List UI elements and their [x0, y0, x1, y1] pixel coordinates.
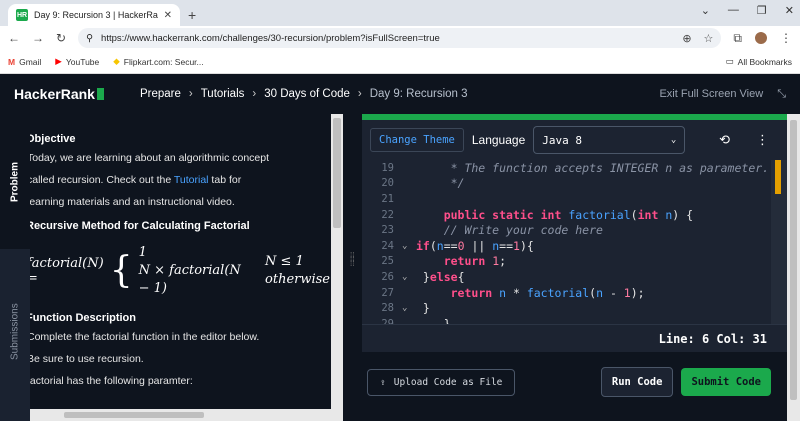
collapse-icon: ⤡ [777, 87, 786, 100]
page-scrollbar[interactable] [787, 114, 800, 421]
folder-icon: ▭ [725, 56, 734, 66]
tab-title: Day 9: Recursion 3 | HackerRank [34, 10, 158, 20]
objective-text-3: learning materials and an instructional … [30, 196, 235, 208]
extensions-icon[interactable]: ⧉ [733, 31, 742, 46]
fold-icon: ⌄ [402, 271, 408, 282]
code-line: 29 } [381, 316, 451, 324]
new-tab-icon[interactable]: + [188, 7, 196, 23]
history-icon[interactable]: ⟲ [719, 132, 730, 148]
code-line: 28 ⌄ } [381, 301, 430, 316]
zoom-icon[interactable]: ⊕ [682, 32, 691, 45]
problem-statement: Objective Today, we are learning about a… [30, 114, 330, 421]
breadcrumb: Prepare › Tutorials › 30 Days of Code › … [140, 88, 468, 100]
chevron-right-icon: › [252, 88, 257, 100]
submit-code-button[interactable]: Submit Code [681, 368, 771, 396]
editor-toolbar: Change Theme Language Java 8 ⌄ ⟲ ⋮ [362, 120, 787, 160]
editor-scrollbar[interactable] [771, 160, 787, 324]
logo-square-icon [96, 88, 104, 100]
bookmarks-bar: M Gmail ▶ YouTube ◆ Flipkart.com: Secur... … [0, 50, 800, 74]
crumb-tutorials[interactable]: Tutorials [201, 88, 245, 100]
code-line: 26 ⌄ } else{ [381, 269, 465, 284]
window-controls: ⌄ — ❐ ✕ [701, 4, 794, 17]
flipkart-icon: ◆ [113, 56, 120, 66]
func-text-3: factorial has the following paramter: [30, 375, 193, 387]
youtube-icon: ▶ [55, 56, 62, 66]
chevron-down-icon: ⌄ [670, 135, 677, 145]
exit-full-screen[interactable]: Exit Full Screen View ⤡ [659, 88, 786, 101]
address-bar-row: ← → ↻ ⚲ https://www.hackerrank.com/chall… [0, 26, 800, 50]
minimize-icon[interactable]: — [728, 4, 739, 17]
code-line: 25 return 1; [381, 254, 507, 269]
editor-pane: Change Theme Language Java 8 ⌄ ⟲ ⋮ 19 * … [359, 114, 787, 421]
close-tab-icon[interactable]: ✕ [164, 10, 172, 21]
restore-icon[interactable]: ❐ [757, 4, 767, 17]
hackerrank-favicon-icon: HR [16, 9, 28, 21]
editor-actions: ⇪ Upload Code as File Run Code Submit Cod… [359, 352, 787, 412]
func-text-1: Complete the factorial function in the e… [30, 331, 260, 343]
bookmark-youtube[interactable]: ▶ YouTube [55, 56, 99, 67]
code-line: 24 ⌄ if(n == 0 || n == 1){ [381, 238, 534, 253]
crumb-current: Day 9: Recursion 3 [369, 88, 468, 100]
problem-vertical-scrollbar[interactable] [331, 114, 343, 421]
chevron-right-icon: › [188, 88, 193, 100]
objective-text-1: Today, we are learning about an algorith… [30, 152, 270, 164]
all-bookmarks[interactable]: ▭ All Bookmarks [726, 56, 792, 67]
code-line: 22 public static int factorial(int n) { [381, 207, 694, 222]
forward-icon[interactable]: → [32, 31, 44, 45]
gmail-icon: M [8, 56, 16, 67]
fold-icon: ⌄ [402, 303, 408, 314]
profile-avatar[interactable] [754, 31, 768, 45]
browser-tab-strip: HR Day 9: Recursion 3 | HackerRank ✕ + ⌄… [0, 0, 800, 26]
close-window-icon[interactable]: ✕ [785, 4, 794, 17]
bookmark-gmail[interactable]: M Gmail [8, 57, 41, 67]
pane-resize-handle[interactable]: ⁞⁞ ⁞⁞ ⁞⁞ [350, 252, 354, 268]
reload-icon[interactable]: ↻ [56, 31, 66, 45]
objective-heading: Objective [30, 133, 76, 145]
menu-icon[interactable]: ⋮ [780, 31, 792, 45]
fold-icon: ⌄ [402, 240, 408, 251]
workspace: Problem Submissions Objective Today, we … [0, 114, 800, 421]
factorial-formula: factorial(N) = { 1 N × factorial(N − 1) … [30, 245, 330, 296]
chevron-right-icon: › [357, 88, 362, 100]
code-line: 23 // Write your code here [381, 223, 603, 238]
tutorial-link[interactable]: Tutorial [174, 174, 209, 186]
code-line: 19 * The function accepts INTEGER n as p… [381, 160, 770, 175]
crumb-prepare[interactable]: Prepare [140, 88, 181, 100]
code-line: 27 return n * factorial(n - 1); [381, 285, 645, 300]
hackerrank-logo[interactable]: HackerRank [14, 86, 104, 102]
language-label: Language [471, 133, 526, 147]
func-text-2: Be sure to use recursion. [30, 353, 144, 365]
upload-code-button[interactable]: ⇪ Upload Code as File [367, 368, 516, 396]
more-icon[interactable]: ⋮ [756, 132, 769, 148]
problem-horizontal-scrollbar[interactable] [30, 409, 331, 421]
run-code-button[interactable]: Run Code [600, 367, 674, 397]
tab-problem[interactable]: Problem [0, 114, 30, 249]
code-line: 20 */ [381, 176, 465, 191]
code-line: 21 [381, 192, 394, 205]
bookmark-star-icon[interactable]: ☆ [704, 32, 714, 45]
code-editor[interactable]: 19 * The function accepts INTEGER n as p… [362, 160, 787, 324]
site-info-icon[interactable]: ⚲ [86, 33, 93, 44]
language-select[interactable]: Java 8 ⌄ [533, 126, 686, 154]
vertical-tabs: Problem Submissions [0, 114, 30, 421]
objective-text-2: called recursion. Check out the Tutorial… [30, 174, 242, 186]
tab-submissions[interactable]: Submissions [0, 252, 30, 412]
change-theme-button[interactable]: Change Theme [370, 128, 464, 152]
back-icon[interactable]: ← [8, 31, 20, 45]
bookmark-flipkart[interactable]: ◆ Flipkart.com: Secur... [113, 56, 203, 67]
upload-icon: ⇪ [380, 376, 386, 388]
hackerrank-header: HackerRank Prepare › Tutorials › 30 Days… [0, 74, 800, 114]
url-text: https://www.hackerrank.com/challenges/30… [101, 32, 440, 44]
browser-tab[interactable]: HR Day 9: Recursion 3 | HackerRank ✕ [8, 4, 180, 26]
function-description-heading: Function Description [30, 312, 136, 324]
cursor-position-status: Line: 6 Col: 31 [362, 324, 787, 352]
crumb-30-days[interactable]: 30 Days of Code [264, 88, 350, 100]
tab-search-icon[interactable]: ⌄ [701, 4, 710, 17]
url-bar[interactable]: ⚲ https://www.hackerrank.com/challenges/… [78, 28, 722, 48]
method-heading: Recursive Method for Calculating Factori… [30, 220, 250, 232]
